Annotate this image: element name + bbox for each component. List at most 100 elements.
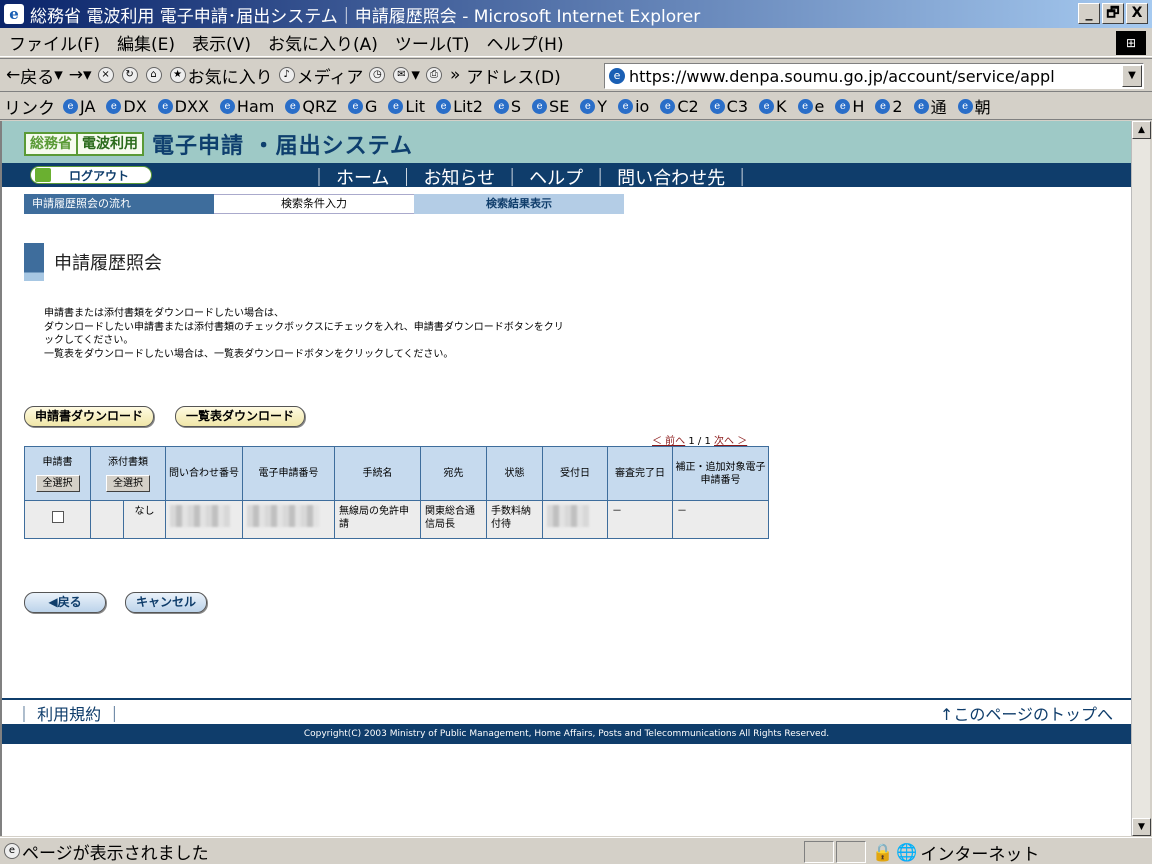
link-h[interactable]: eH <box>835 97 864 116</box>
address-dropdown-icon[interactable]: ▼ <box>1122 65 1142 87</box>
site-logo[interactable]: 総務省 電波利用 電子申請 ・届出システム <box>24 128 413 160</box>
application-checkbox[interactable] <box>51 511 64 523</box>
link-c3[interactable]: e C3 <box>709 97 748 116</box>
table-row: なし 無線局の免許申請 関東総合通信局長 手数料納付待 － － <box>24 500 769 539</box>
instruction-line: ダウンロードしたい申請書または添付書類のチェックボックスにチェックを入れ、申請書… <box>44 321 564 333</box>
media-label: メディア <box>296 67 364 88</box>
pager: ＜ 前へ 1 / 1 次へ ＞ <box>652 432 747 447</box>
mail-button[interactable]: ✉ ▾ <box>393 65 420 85</box>
minimize-button[interactable]: _ <box>1078 3 1100 24</box>
logo-denpa: 電波利用 <box>78 132 144 156</box>
step-search-results: 検索結果表示 <box>414 194 624 214</box>
ie-link-icon: e <box>532 98 548 114</box>
scroll-up-icon[interactable]: ▲ <box>1132 121 1151 139</box>
nav-notices[interactable]: お知らせ <box>423 164 495 190</box>
link-2[interactable]: e2 <box>875 97 903 116</box>
footer-left: ｜ 利用規約 ｜ <box>16 705 123 724</box>
cell-received <box>542 500 608 539</box>
cell-e-app-no <box>242 500 335 539</box>
link-k[interactable]: eK <box>759 97 787 116</box>
history-button[interactable]: ◷ <box>369 67 387 83</box>
ie-link-icon: e <box>759 98 775 114</box>
col-application: 申請書 全選択 <box>24 446 91 501</box>
scroll-down-icon[interactable]: ▼ <box>1132 818 1151 836</box>
ie-link-icon: e <box>913 98 929 114</box>
ie-link-icon: e <box>493 98 509 114</box>
nav-help[interactable]: ヘルプ <box>529 164 583 190</box>
menu-edit[interactable]: 編集(E) <box>117 30 175 55</box>
maximize-button[interactable]: 🗗 <box>1102 3 1124 24</box>
menu-view[interactable]: 表示(V) <box>192 30 251 55</box>
address-bar[interactable]: e https://www.denpa.soumu.go.jp/account/… <box>604 63 1144 89</box>
instruction-line: 一覧表をダウンロードしたい場合は、一覧表ダウンロードボタンをクリックしてください… <box>44 348 454 360</box>
menu-tools[interactable]: ツール(T) <box>395 30 470 55</box>
link-dxx[interactable]: e DXX <box>157 97 209 116</box>
link-dx[interactable]: e DX <box>106 97 147 116</box>
chevron-down-icon: ▾ <box>83 65 92 85</box>
home-icon: ⌂ <box>145 67 162 83</box>
more-chevron-icon[interactable]: » <box>450 65 460 85</box>
favorites-button[interactable]: ★ お気に入り <box>169 63 273 88</box>
instructions: 申請書または添付書類をダウンロードしたい場合は、 ダウンロードしたい申請書または… <box>44 307 624 361</box>
ie-link-icon: e <box>835 98 851 114</box>
nav-contact[interactable]: 問い合わせ先 <box>617 164 725 190</box>
link-s[interactable]: eS <box>493 97 521 116</box>
link-ja[interactable]: e JA <box>63 97 95 116</box>
nav-home[interactable]: ホーム <box>336 164 389 190</box>
cell-procedure: 無線局の免許申請 <box>334 500 421 539</box>
print-button[interactable]: ⎙ <box>425 67 444 83</box>
stop-button[interactable]: × <box>97 67 116 83</box>
cell-destination: 関東総合通信局長 <box>420 500 487 539</box>
home-button[interactable]: ⌂ <box>145 67 164 83</box>
link-se[interactable]: e SE <box>532 97 569 116</box>
menu-favorites[interactable]: お気に入り(A) <box>268 30 378 55</box>
refresh-icon: ↻ <box>121 67 138 83</box>
back-arrow-icon: ← <box>6 65 21 85</box>
logout-button[interactable]: ログアウト <box>30 166 152 184</box>
link-asa[interactable]: e朝 <box>957 94 991 118</box>
window-title-bar: e 総務省 電波利用 電子申請･届出システム｜申請履歴照会 - Microsof… <box>0 0 1152 28</box>
ie-link-icon: e <box>660 98 676 114</box>
cell-application <box>24 500 91 539</box>
menu-help[interactable]: ヘルプ(H) <box>487 30 564 55</box>
link-y[interactable]: eY <box>580 97 607 116</box>
logo-ministry: 総務省 <box>24 132 78 156</box>
forward-arrow-icon: → <box>68 65 84 85</box>
back-nav-button[interactable]: ← 戻る ▾ <box>6 63 63 88</box>
close-button[interactable]: X <box>1126 3 1148 24</box>
download-application-button[interactable]: 申請書ダウンロード <box>24 406 154 427</box>
status-message: ページが表示されました <box>22 843 209 864</box>
table-header-row: 申請書 全選択 添付書類 全選択 問い合わせ番号 電子申請番号 手続名 宛先 状… <box>24 446 769 501</box>
link-io[interactable]: e io <box>618 97 649 116</box>
link-lit2[interactable]: e Lit2 <box>436 97 483 116</box>
link-e[interactable]: ee <box>797 97 824 116</box>
address-input[interactable]: https://www.denpa.soumu.go.jp/account/se… <box>629 67 1119 86</box>
link-qrz[interactable]: e QRZ <box>285 97 337 116</box>
download-list-button[interactable]: 一覧表ダウンロード <box>175 406 305 427</box>
window-title: 総務省 電波利用 電子申請･届出システム｜申請履歴照会 - Microsoft … <box>30 6 701 27</box>
media-button[interactable]: ♪ メディア <box>278 63 364 88</box>
steps-head: 申請履歴照会の流れ <box>24 194 214 214</box>
refresh-button[interactable]: ↻ <box>121 67 140 83</box>
heading-bar <box>24 243 44 281</box>
link-c2[interactable]: e C2 <box>660 97 699 116</box>
back-button[interactable]: ◀戻る <box>24 592 106 613</box>
select-all-attachment-button[interactable]: 全選択 <box>106 474 150 492</box>
menu-bar: ファイル(F) 編集(E) 表示(V) お気に入り(A) ツール(T) ヘルプ(… <box>0 29 1152 57</box>
ie-link-icon: e <box>618 98 634 114</box>
cancel-button[interactable]: キャンセル <box>125 592 207 613</box>
forward-nav-button[interactable]: → ▾ <box>69 65 92 85</box>
link-lit[interactable]: e Lit <box>388 97 425 116</box>
instruction-line: 申請書または添付書類をダウンロードしたい場合は、 <box>44 308 284 319</box>
link-g[interactable]: eG <box>348 97 377 116</box>
menu-file[interactable]: ファイル(F) <box>9 30 100 55</box>
vertical-scrollbar[interactable]: ▲ ▼ <box>1131 121 1151 836</box>
page-top-link[interactable]: ↑このページのトップへ <box>940 701 1113 725</box>
col-e-app-no: 電子申請番号 <box>242 446 335 501</box>
redacted-value <box>170 505 230 527</box>
links-label: リンク <box>4 98 55 119</box>
link-ham[interactable]: e Ham <box>219 97 274 116</box>
terms-link[interactable]: 利用規約 <box>37 705 101 724</box>
link-tsu[interactable]: e通 <box>913 94 947 118</box>
select-all-application-button[interactable]: 全選択 <box>35 474 80 492</box>
